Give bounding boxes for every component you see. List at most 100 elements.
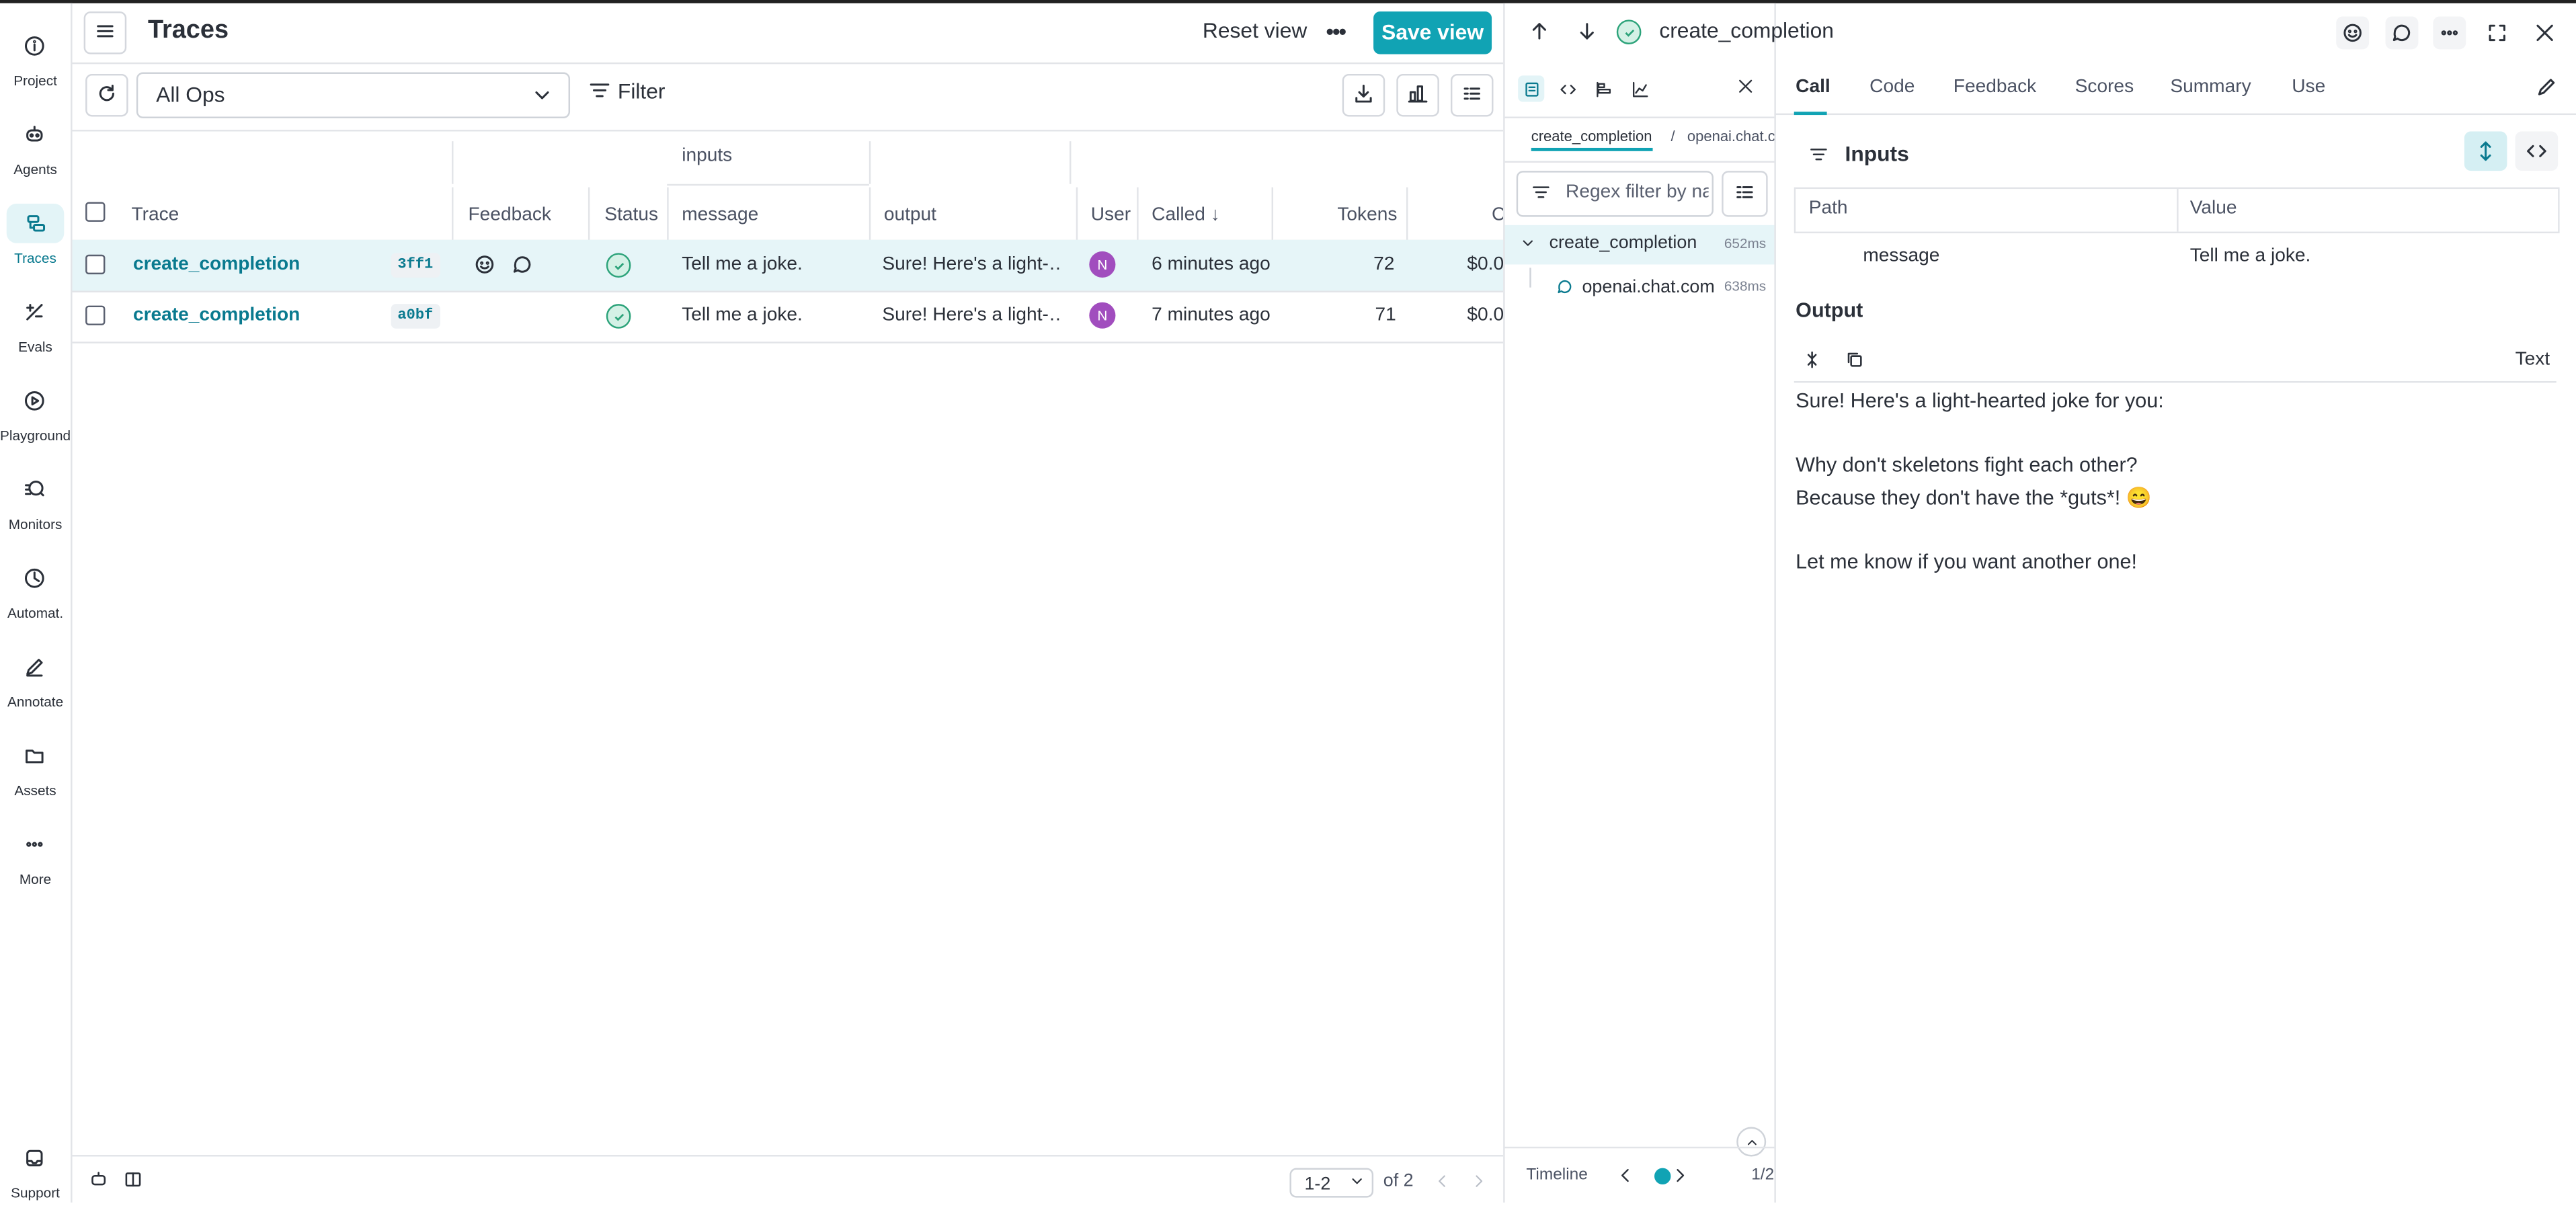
export-button[interactable] [1342,73,1385,117]
inputs-table-header: Path Value [1794,187,2560,234]
collapse-icon[interactable] [1802,350,1822,375]
tab-code[interactable]: Code [1869,77,1915,97]
trace-link[interactable]: create_completion [133,291,300,342]
nav-item-playground[interactable]: Playground [0,374,71,456]
column-manager-button[interactable] [1450,73,1494,117]
nav-label: More [19,871,52,887]
nav-item-assets[interactable]: Assets [0,729,71,811]
robot-icon[interactable] [89,1170,108,1195]
copy-icon[interactable] [1845,350,1864,375]
page-size-select[interactable]: 1-2 [1289,1168,1374,1198]
code-view-tab[interactable] [1554,75,1580,102]
chevron-down-icon[interactable] [1520,235,1536,256]
add-note-button[interactable] [2385,16,2419,50]
evals-icon [16,294,52,330]
json-view-toggle[interactable] [2515,131,2559,171]
hamburger-icon [93,19,116,47]
tab-scores[interactable]: Scores [2075,77,2134,97]
called-cell: 7 minutes ago [1152,305,1271,325]
column-header-cost[interactable]: C [1492,189,1503,241]
book-icon[interactable] [123,1170,143,1195]
user-avatar[interactable]: N [1089,251,1116,278]
column-divider [869,141,871,184]
more-dots-button[interactable] [2433,16,2466,50]
traces-toolbar: All Ops Filter [72,63,1504,132]
tab-summary[interactable]: Summary [2170,77,2251,97]
graph-view-tab[interactable] [1626,75,1652,102]
nav-item-traces[interactable]: Traces [0,197,71,279]
trace-link[interactable]: create_completion [133,240,300,291]
row-checkbox[interactable] [85,254,106,275]
add-reaction-icon[interactable] [473,253,496,281]
nav-item-annotate[interactable]: Annotate [0,641,71,723]
sidebar-toggle-button[interactable] [83,11,127,54]
tab-call[interactable]: Call [1796,77,1830,97]
row-checkbox[interactable] [85,305,106,325]
edit-pencil-icon[interactable] [2535,75,2558,104]
save-view-button[interactable]: Save view [1373,11,1492,54]
nav-item-support[interactable]: Support [0,1132,71,1214]
ops-select-value: All Ops [156,82,225,107]
column-header-status[interactable]: Status [604,189,658,241]
nav-item-agents[interactable]: Agents [0,108,71,190]
select-all-checkbox[interactable] [85,202,106,222]
prev-page-button[interactable] [1435,1172,1451,1195]
filter-icon[interactable] [1809,145,1828,169]
refresh-button[interactable] [85,73,128,117]
column-header-feedback[interactable]: Feedback [469,189,551,241]
table-row[interactable]: create_completion a0bf Tell me a joke. S… [72,291,1504,343]
tree-options-button[interactable] [1722,171,1768,217]
cost-cell: $0.00 [1467,254,1504,275]
add-reaction-button[interactable] [2336,16,2370,50]
timeline-next-button[interactable] [1671,1166,1689,1189]
tree-search-input[interactable]: Regex filter by nar [1516,171,1714,217]
timeline-prev-button[interactable] [1617,1166,1635,1189]
flamegraph-view-tab[interactable] [1591,75,1617,102]
inputs-heading: Inputs [1845,141,1909,166]
nav-item-evals[interactable]: Evals [0,286,71,368]
expand-icon[interactable] [2481,16,2513,49]
column-header-output[interactable]: output [884,189,936,241]
tab-use[interactable]: Use [2292,77,2325,97]
nav-item-automations[interactable]: Automat. [0,552,71,634]
prev-trace-button[interactable] [1528,19,1551,48]
breadcrumb-item[interactable]: create_completion [1531,128,1652,151]
table-row[interactable]: create_completion 3ff1 Tell me a joke. S… [72,239,1504,293]
close-icon[interactable] [2528,16,2561,49]
charts-button[interactable] [1396,73,1439,117]
filter-button[interactable]: Filter [588,79,666,104]
column-header-called[interactable]: Called ↓ [1152,189,1220,241]
ops-select[interactable]: All Ops [136,72,571,118]
input-value: Tell me a joke. [2189,246,2311,266]
column-divider [1076,187,1078,240]
tab-feedback[interactable]: Feedback [1954,77,2036,97]
timeline-position-dot[interactable] [1654,1168,1671,1185]
column-divider [452,187,454,240]
expand-rows-toggle[interactable] [2464,131,2507,171]
nav-item-more[interactable]: More [0,818,71,900]
path-column-header: Path [1808,198,1848,219]
nav-item-project[interactable]: Project [0,19,71,102]
info-icon [16,28,52,65]
add-note-icon[interactable] [511,253,534,281]
breadcrumb-item[interactable]: openai.chat.c [1687,128,1775,145]
column-header-user[interactable]: User [1091,189,1131,241]
tree-node[interactable]: openai.chat.com 638ms [1505,268,1775,307]
reset-view-button[interactable]: Reset view [1203,18,1307,43]
user-avatar[interactable]: N [1089,302,1116,329]
tree-node[interactable]: create_completion 652ms [1504,225,1775,265]
column-header-trace[interactable]: Trace [132,189,179,241]
tokens-cell: 71 [1375,305,1396,325]
more-dots-icon [16,826,52,862]
nav-item-monitors[interactable]: Monitors [0,463,71,545]
column-header-message[interactable]: message [682,189,758,241]
column-divider [869,187,871,240]
more-options-button[interactable]: ••• [1326,18,1346,44]
column-header-tokens[interactable]: Tokens [1337,189,1397,241]
tree-view-tab[interactable] [1518,75,1545,102]
close-panel-button[interactable] [1736,77,1755,100]
trace-id-badge: a0bf [391,304,440,329]
next-page-button[interactable] [1470,1172,1486,1195]
next-trace-button[interactable] [1576,19,1599,48]
output-format-select[interactable]: Text [2515,350,2550,370]
